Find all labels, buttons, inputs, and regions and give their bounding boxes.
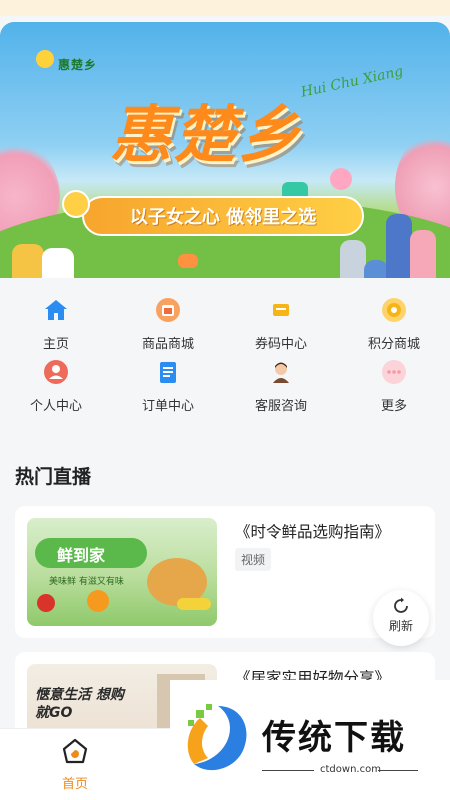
- grid-label-points: 积分商城: [367, 337, 420, 352]
- banana-illustration: [177, 598, 211, 610]
- grid-label-home: 主页: [42, 337, 69, 352]
- home-tab-icon: [62, 738, 88, 764]
- grid-label-orders: 订单中心: [141, 399, 194, 414]
- flower-icon: [330, 168, 352, 190]
- figure-girl: [42, 248, 74, 278]
- logo-sun-icon: [36, 50, 54, 68]
- grid-item-user[interactable]: 个人中心: [0, 358, 112, 414]
- apple-illustration: [37, 594, 55, 612]
- banner-logo: 惠楚乡: [58, 58, 98, 72]
- user-icon: [42, 358, 70, 386]
- live-card[interactable]: 鲜到家 美味鲜 有滋又有味 《时令鲜品选购指南》 视频: [15, 506, 435, 638]
- section-title-live: 热门直播: [15, 466, 92, 488]
- figure-child: [364, 260, 388, 278]
- figure-grandpa: [340, 240, 366, 278]
- banner-pinyin: Hui Chu Xiang: [299, 63, 405, 101]
- grid-item-orders[interactable]: 订单中心: [112, 358, 224, 414]
- grid-label-support: 客服咨询: [254, 399, 307, 414]
- thumb-text: 鲜到家: [57, 546, 106, 565]
- grid-label-coupon: 券码中心: [254, 337, 307, 352]
- banner-title: 惠楚乡: [110, 98, 303, 171]
- grid-item-home[interactable]: 主页: [0, 296, 112, 352]
- grid-label-user: 个人中心: [29, 399, 82, 414]
- refresh-button[interactable]: 刷新: [373, 590, 429, 646]
- order-icon: [154, 358, 182, 386]
- grid-item-coupon[interactable]: 券码中心: [225, 296, 337, 352]
- grid-item-shop[interactable]: 商品商城: [112, 296, 224, 352]
- figure-father: [386, 214, 412, 278]
- grid-item-support[interactable]: 客服咨询: [225, 358, 337, 414]
- grid-label-shop: 商品商城: [141, 337, 194, 352]
- thumb-subtext: 美味鲜 有滋又有味: [49, 577, 124, 587]
- watermark-logo-icon: [187, 704, 247, 771]
- live-card-tag: 视频: [235, 548, 272, 571]
- smile-emoji-icon: [62, 190, 90, 218]
- figure-boy: [12, 244, 44, 278]
- figure-mother: [410, 230, 436, 278]
- watermark-text: 传统下载: [262, 718, 406, 758]
- family-left-illustration: [8, 230, 88, 278]
- banner-slogan-bar: 以子女之心 做邻里之选: [82, 196, 364, 236]
- grid-item-more[interactable]: 更多: [338, 358, 450, 414]
- family-right-illustration: [340, 206, 440, 278]
- refresh-label: 刷新: [388, 619, 413, 633]
- live-card-title: 《时令鲜品选购指南》: [235, 523, 391, 541]
- chat-bubble-small-icon: [178, 254, 198, 268]
- grid-item-points[interactable]: 积分商城: [338, 296, 450, 352]
- coupon-icon: [267, 296, 295, 324]
- live-card-thumbnail[interactable]: 鲜到家 美味鲜 有滋又有味: [27, 518, 217, 626]
- top-strip: [0, 0, 450, 16]
- more-icon: [380, 358, 408, 386]
- promo-banner[interactable]: 惠楚乡 Hui Chu Xiang 惠楚乡 以子女之心 做邻里之选: [0, 22, 450, 278]
- orange-illustration: [87, 590, 109, 612]
- tab-home-label: 首页: [61, 777, 88, 792]
- points-icon: [380, 296, 408, 324]
- banner-slogan: 以子女之心 做邻里之选: [129, 207, 317, 228]
- watermark-overlay: 传统下载 ctdown.com: [170, 680, 450, 800]
- support-icon: [267, 358, 295, 386]
- watermark-line-right: [378, 770, 418, 771]
- watermark-subtext: ctdown.com: [320, 764, 381, 775]
- watermark-line-left: [262, 770, 314, 771]
- thumb-text: 惬意生活 想购就GO: [35, 687, 124, 721]
- refresh-icon: [394, 597, 408, 613]
- tab-home[interactable]: 首页: [50, 737, 100, 792]
- home-icon: [42, 296, 70, 324]
- shop-icon: [154, 296, 182, 324]
- grid-label-more: 更多: [380, 399, 407, 414]
